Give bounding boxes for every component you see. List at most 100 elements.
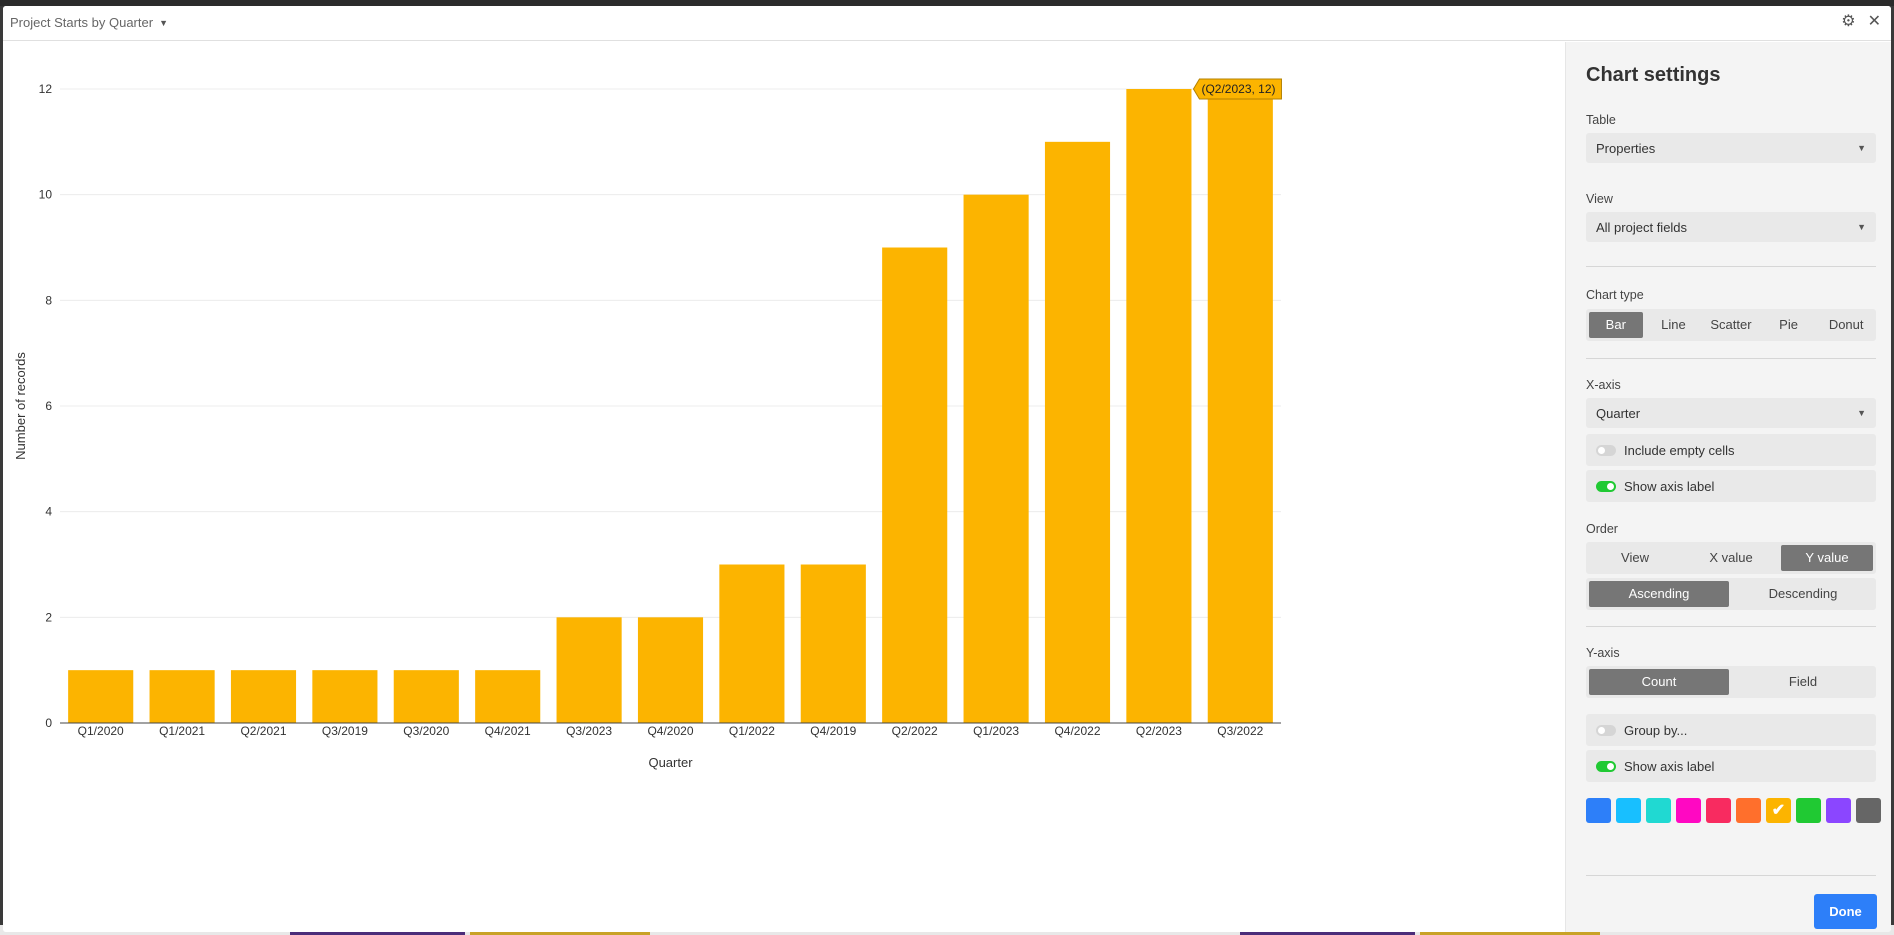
bar[interactable] bbox=[963, 194, 1029, 723]
color-swatch-5[interactable] bbox=[1736, 798, 1761, 823]
x-tick-label: Q4/2020 bbox=[647, 724, 693, 738]
bar[interactable] bbox=[149, 670, 215, 723]
chart-title-dropdown[interactable]: Project Starts by Quarter ▼ bbox=[10, 15, 168, 30]
order-by-x-value[interactable]: X value bbox=[1685, 545, 1777, 571]
x-show-axis-label-toggle[interactable]: Show axis label bbox=[1586, 470, 1876, 502]
bar[interactable] bbox=[800, 564, 866, 724]
x-tick-label: Q3/2022 bbox=[1217, 724, 1263, 738]
bar[interactable] bbox=[312, 670, 378, 723]
include-empty-cells-label: Include empty cells bbox=[1624, 443, 1735, 458]
y-show-axis-label-text: Show axis label bbox=[1624, 759, 1715, 774]
color-swatch-6[interactable]: ✔ bbox=[1766, 798, 1791, 823]
x-tick-label: Q3/2019 bbox=[322, 724, 368, 738]
bar[interactable] bbox=[719, 564, 785, 724]
y-axis-mode-selector: Count Field bbox=[1586, 666, 1876, 698]
bar[interactable] bbox=[1126, 89, 1192, 723]
close-icon[interactable]: ✕ bbox=[1868, 14, 1881, 30]
divider bbox=[1586, 875, 1876, 876]
chart-type-line[interactable]: Line bbox=[1647, 312, 1701, 338]
bar[interactable] bbox=[230, 670, 297, 723]
y-tick-label: 6 bbox=[45, 399, 52, 413]
y-tick-label: 8 bbox=[45, 293, 52, 307]
x-axis-select[interactable]: Quarter ▼ bbox=[1586, 398, 1876, 428]
table-select[interactable]: Properties ▼ bbox=[1586, 133, 1876, 163]
checkmark-icon: ✔ bbox=[1771, 802, 1786, 819]
color-swatch-4[interactable] bbox=[1706, 798, 1731, 823]
x-tick-label: Q4/2022 bbox=[1054, 724, 1100, 738]
order-direction-selector: Ascending Descending bbox=[1586, 578, 1876, 610]
chart-type-label: Chart type bbox=[1586, 288, 1644, 302]
x-tick-label: Q3/2020 bbox=[403, 724, 449, 738]
bar[interactable] bbox=[68, 670, 134, 723]
x-tick-label: Q2/2022 bbox=[892, 724, 938, 738]
order-by-selector: View X value Y value bbox=[1586, 542, 1876, 574]
color-swatch-1[interactable] bbox=[1616, 798, 1641, 823]
panel-title: Chart settings bbox=[1586, 64, 1721, 86]
dialog-header: Project Starts by Quarter ▼ ⚙ ✕ bbox=[3, 6, 1891, 41]
chevron-down-icon: ▼ bbox=[1857, 222, 1866, 232]
toggle-switch-icon bbox=[1596, 761, 1616, 772]
bar[interactable] bbox=[1207, 89, 1273, 723]
bar-chart: 0 2 4 6 8 10 12 Q1/2020 Q1/2021 Q2/2021 Q3/2019 Q3/… bbox=[13, 78, 1282, 770]
color-swatch-9[interactable] bbox=[1856, 798, 1881, 823]
bar[interactable] bbox=[637, 617, 704, 723]
y-tick-label: 4 bbox=[45, 505, 52, 519]
toggle-switch-icon bbox=[1596, 725, 1616, 736]
view-label: View bbox=[1586, 192, 1613, 206]
y-tick-label: 10 bbox=[39, 188, 53, 202]
bar[interactable] bbox=[556, 617, 622, 723]
x-tick-label: Q1/2021 bbox=[159, 724, 205, 738]
divider bbox=[1586, 626, 1876, 627]
chart-type-scatter[interactable]: Scatter bbox=[1704, 312, 1758, 338]
color-swatches: ✔ bbox=[1586, 798, 1881, 823]
include-empty-cells-toggle[interactable]: Include empty cells bbox=[1586, 434, 1876, 466]
y-tick-label: 2 bbox=[45, 610, 52, 624]
chart-title: Project Starts by Quarter bbox=[10, 15, 154, 30]
tooltip-text: (Q2/2023, 12) bbox=[1201, 82, 1275, 96]
chart-dialog: Project Starts by Quarter ▼ ⚙ ✕ 0 2 4 6 8 10 1… bbox=[3, 6, 1891, 932]
y-axis-label: Y-axis bbox=[1586, 646, 1620, 660]
x-tick-label: Q3/2023 bbox=[566, 724, 612, 738]
order-ascending[interactable]: Ascending bbox=[1589, 581, 1729, 607]
order-by-y-value[interactable]: Y value bbox=[1781, 545, 1873, 571]
x-show-axis-label-text: Show axis label bbox=[1624, 479, 1715, 494]
chart-type-donut[interactable]: Donut bbox=[1819, 312, 1873, 338]
y-axis-field[interactable]: Field bbox=[1733, 669, 1873, 695]
x-tick-label: Q1/2023 bbox=[973, 724, 1019, 738]
done-button[interactable]: Done bbox=[1814, 894, 1877, 929]
chart-type-bar[interactable]: Bar bbox=[1589, 312, 1643, 338]
toggle-switch-icon bbox=[1596, 445, 1616, 456]
chevron-down-icon: ▼ bbox=[1857, 408, 1866, 418]
y-show-axis-label-toggle[interactable]: Show axis label bbox=[1586, 750, 1876, 782]
bar[interactable] bbox=[1044, 141, 1111, 723]
order-label: Order bbox=[1586, 522, 1618, 536]
x-tick-label: Q4/2019 bbox=[810, 724, 856, 738]
order-descending[interactable]: Descending bbox=[1733, 581, 1873, 607]
group-by-toggle[interactable]: Group by... bbox=[1586, 714, 1876, 746]
bar[interactable] bbox=[882, 247, 948, 724]
bar[interactable] bbox=[475, 670, 541, 723]
color-swatch-8[interactable] bbox=[1826, 798, 1851, 823]
gear-icon[interactable]: ⚙ bbox=[1841, 14, 1855, 30]
order-by-view[interactable]: View bbox=[1589, 545, 1681, 571]
color-swatch-7[interactable] bbox=[1796, 798, 1821, 823]
chart-type-pie[interactable]: Pie bbox=[1762, 312, 1816, 338]
color-swatch-3[interactable] bbox=[1676, 798, 1701, 823]
bar[interactable] bbox=[393, 670, 459, 723]
x-tick-label: Q2/2023 bbox=[1136, 724, 1182, 738]
view-select[interactable]: All project fields ▼ bbox=[1586, 212, 1876, 242]
color-swatch-0[interactable] bbox=[1586, 798, 1611, 823]
y-axis-title: Number of records bbox=[13, 352, 28, 460]
chart-settings-panel: Chart settings Table Properties ▼ View A… bbox=[1565, 42, 1891, 932]
color-swatch-2[interactable] bbox=[1646, 798, 1671, 823]
toggle-switch-icon bbox=[1596, 481, 1616, 492]
x-axis-select-value: Quarter bbox=[1596, 406, 1641, 421]
chart-area: 0 2 4 6 8 10 12 Q1/2020 Q1/2021 Q2/2021 Q3/2019 Q3/… bbox=[3, 42, 1565, 932]
x-tick-label: Q1/2022 bbox=[729, 724, 775, 738]
table-select-value: Properties bbox=[1596, 141, 1656, 156]
chevron-down-icon: ▼ bbox=[159, 17, 168, 28]
divider bbox=[1586, 266, 1876, 267]
y-axis-count[interactable]: Count bbox=[1589, 669, 1729, 695]
x-axis-label: X-axis bbox=[1586, 378, 1621, 392]
x-tick-label: Q4/2021 bbox=[485, 724, 531, 738]
